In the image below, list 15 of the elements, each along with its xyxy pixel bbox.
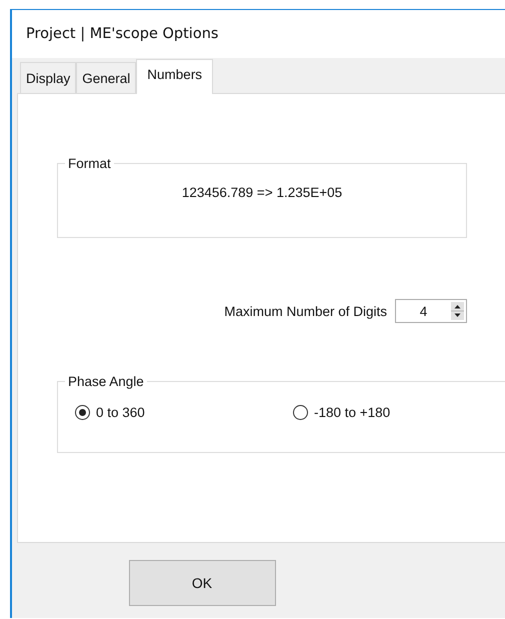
- digits-spinner[interactable]: 4: [395, 299, 467, 323]
- tab[interactable]: Display: [20, 62, 76, 93]
- radio-button[interactable]: [293, 405, 308, 420]
- group-title: Format: [67, 156, 112, 171]
- spin-arrows-icon[interactable]: [451, 302, 464, 320]
- window-title: Project | ME'scope Options: [26, 26, 218, 42]
- radio-button[interactable]: [75, 405, 90, 420]
- radio-option[interactable]: 0 to 360: [75, 405, 293, 420]
- group-title: Phase Angle: [67, 374, 145, 389]
- field-label: Maximum Number of Digits: [224, 304, 387, 318]
- format-example: 123456.789 => 1.235E+05: [180, 184, 344, 200]
- tab[interactable]: General: [76, 62, 136, 93]
- tab[interactable]: Numbers: [136, 59, 214, 94]
- radio-option[interactable]: -180 to +180: [293, 405, 505, 420]
- ok-button[interactable]: OK: [128, 560, 276, 606]
